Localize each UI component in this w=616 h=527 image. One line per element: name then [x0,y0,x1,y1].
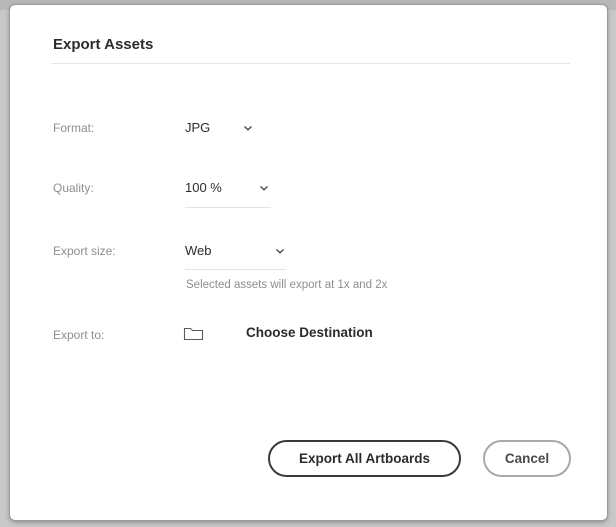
export-assets-dialog: Export Assets Format: JPG Quality: 100 %… [10,5,607,520]
export-all-artboards-label: Export All Artboards [298,451,430,466]
export-size-hint: Selected assets will export at 1x and 2x [186,279,388,291]
cancel-button[interactable]: Cancel [483,440,571,477]
quality-value: 100 % [185,180,222,195]
export-all-artboards-button[interactable]: Export All Artboards [268,440,461,477]
chevron-down-icon[interactable] [259,183,269,193]
folder-icon[interactable] [183,326,205,342]
export-size-value: Web [185,243,212,258]
format-label: Format: [53,121,95,135]
quality-underline [185,207,271,208]
chevron-down-icon[interactable] [275,246,285,256]
export-size-label: Export size: [53,244,116,258]
choose-destination-link[interactable]: Choose Destination [246,325,373,340]
chevron-down-icon[interactable] [243,123,253,133]
dialog-title: Export Assets [53,36,154,53]
format-value: JPG [185,120,211,135]
export-size-underline [185,269,286,270]
quality-label: Quality: [53,181,94,195]
export-to-label: Export to: [53,328,105,342]
cancel-label: Cancel [504,451,550,466]
title-divider [51,63,570,64]
